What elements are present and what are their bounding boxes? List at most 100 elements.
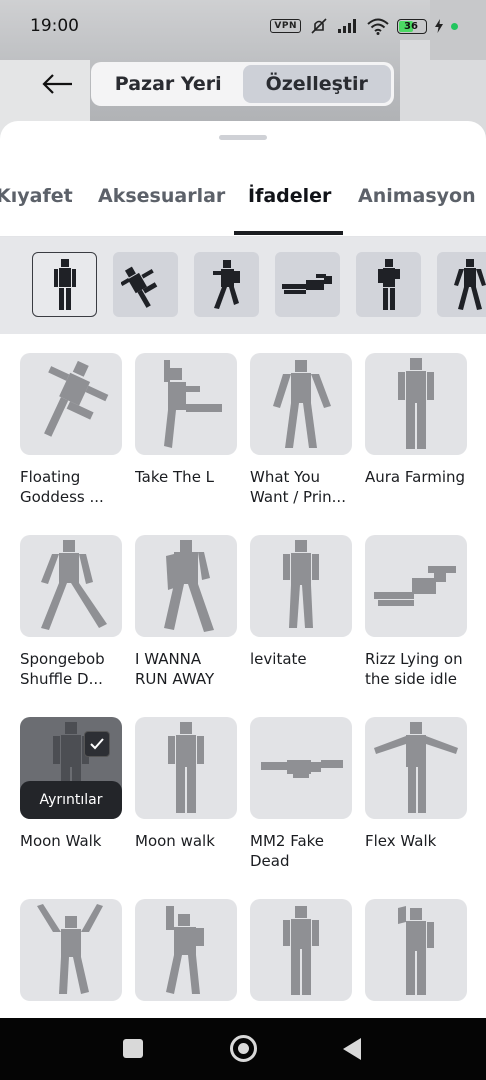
tab-emotes[interactable]: İfadeler: [248, 185, 331, 207]
stand-pose-figure: [283, 906, 319, 995]
emote-card[interactable]: Flex Walk: [365, 717, 467, 851]
kick-pose-figure: [164, 360, 222, 448]
pose-filter-row: [0, 237, 486, 334]
emote-thumbnail: [250, 717, 352, 819]
emote-card[interactable]: I WANNA RUN AWAY: [135, 535, 237, 689]
charging-icon: [435, 19, 443, 33]
emote-card[interactable]: What You Want / Prin...: [250, 353, 352, 507]
emote-thumbnail: [365, 535, 467, 637]
emote-label: levitate: [250, 650, 307, 668]
emote-card[interactable]: Moon walk: [135, 717, 237, 851]
arrow-left-icon: [42, 74, 72, 94]
emote-card[interactable]: Floating Goddess ...: [20, 353, 122, 507]
emote-thumbnail: [135, 535, 237, 637]
emote-card-equipped[interactable]: Ayrıntılar Moon Walk: [20, 717, 122, 851]
emote-label: MM2 Fake Dead: [250, 832, 325, 870]
emote-thumbnail: [250, 353, 352, 455]
system-nav-bar: [0, 1018, 486, 1080]
levitate-pose-figure: [283, 540, 319, 628]
wifi-icon: [367, 18, 389, 35]
walk-pose-figure: [168, 722, 204, 813]
customize-sheet: Kıyafet Aksesuarlar İfadeler Animasyon F…: [0, 121, 486, 1018]
emote-thumbnail: [135, 353, 237, 455]
active-tab-indicator: [234, 231, 343, 235]
filter-idle[interactable]: [356, 252, 421, 317]
sheet-grabber[interactable]: [219, 135, 267, 140]
emote-label: Aura Farming: [365, 468, 466, 486]
fake-dead-pose-figure: [261, 760, 343, 778]
status-bar: 19:00 VPN 36: [0, 0, 486, 52]
mute-icon: [311, 18, 327, 34]
flex-walk-pose-figure: [374, 722, 458, 813]
emote-thumbnail: [250, 899, 352, 1001]
walking-pose-icon: [453, 258, 486, 310]
cheer-pose-figure: [37, 904, 103, 994]
filter-lying[interactable]: [275, 252, 340, 317]
filter-falling[interactable]: [113, 252, 178, 317]
home-icon[interactable]: [230, 1035, 257, 1062]
emote-label: Moon Walk: [20, 832, 102, 850]
emote-thumbnail: [20, 353, 122, 455]
emote-label: Spongebob Shuffle D...: [20, 650, 105, 688]
emote-thumbnail: [135, 899, 237, 1001]
emote-card[interactable]: [250, 899, 352, 1013]
emote-card[interactable]: Take The L: [135, 353, 237, 487]
emote-card[interactable]: MM2 Fake Dead: [250, 717, 352, 871]
status-icons: VPN 36: [270, 17, 458, 35]
signal-icon: [338, 19, 356, 33]
float-pose-figure: [44, 360, 109, 437]
emote-card[interactable]: [365, 899, 467, 1013]
equipped-check-icon: [84, 731, 110, 757]
emote-label: Take The L: [135, 468, 215, 486]
lying-side-pose-figure: [374, 566, 456, 606]
standing-pose-icon: [53, 258, 76, 310]
emote-thumbnail: [20, 899, 122, 1001]
idle-pose-icon: [377, 258, 400, 310]
battery-level: 36: [404, 20, 418, 32]
stand-pose-figure: [398, 358, 434, 449]
emote-label: I WANNA RUN AWAY: [135, 650, 215, 688]
emote-thumbnail: [250, 535, 352, 637]
status-time: 19:00: [30, 16, 79, 36]
segment-marketplace[interactable]: Pazar Yeri: [94, 65, 243, 103]
emote-card[interactable]: Rizz Lying on the side idle: [365, 535, 467, 689]
mode-switcher: Pazar Yeri Özelleştir: [91, 62, 394, 106]
filter-running[interactable]: [194, 252, 259, 317]
run-pose-figure: [164, 540, 214, 632]
emote-thumbnail: [135, 717, 237, 819]
emote-card[interactable]: Aura Farming: [365, 353, 467, 487]
emote-card[interactable]: [20, 899, 122, 1013]
recents-icon[interactable]: [123, 1039, 143, 1058]
tab-accessories[interactable]: Aksesuarlar: [98, 185, 225, 207]
tab-clothing[interactable]: Kıyafet: [0, 185, 73, 207]
tab-animation[interactable]: Animasyon: [358, 185, 476, 207]
emote-card[interactable]: levitate: [250, 535, 352, 669]
segment-customize[interactable]: Özelleştir: [242, 65, 391, 103]
charging-dot-icon: [451, 22, 458, 30]
emote-label: Rizz Lying on the side idle: [365, 650, 463, 688]
salute-pose-figure: [398, 906, 434, 995]
emote-label: Floating Goddess ...: [20, 468, 104, 506]
emote-card[interactable]: [135, 899, 237, 1013]
emote-label: What You Want / Prin...: [250, 468, 346, 506]
emote-card[interactable]: Spongebob Shuffle D...: [20, 535, 122, 689]
falling-pose-icon: [120, 266, 157, 308]
shuffle-pose-figure: [41, 540, 107, 630]
emote-label: Flex Walk: [365, 832, 437, 850]
lying-pose-icon: [281, 273, 332, 294]
back-icon[interactable]: [343, 1038, 361, 1060]
back-button[interactable]: [38, 64, 78, 104]
emote-thumbnail: Ayrıntılar: [20, 717, 122, 819]
category-tabs: Kıyafet Aksesuarlar İfadeler Animasyon: [0, 175, 486, 237]
emote-label: Moon walk: [135, 832, 215, 850]
running-pose-icon: [212, 259, 240, 309]
details-button[interactable]: Ayrıntılar: [20, 781, 122, 819]
filter-walking[interactable]: [437, 252, 486, 317]
emote-thumbnail: [365, 353, 467, 455]
emote-thumbnail: [365, 899, 467, 1001]
emote-thumbnail: [20, 535, 122, 637]
dance-pose-figure: [166, 906, 204, 994]
emote-thumbnail: [365, 717, 467, 819]
arms-out-pose-figure: [273, 360, 331, 448]
filter-standing[interactable]: [32, 252, 97, 317]
